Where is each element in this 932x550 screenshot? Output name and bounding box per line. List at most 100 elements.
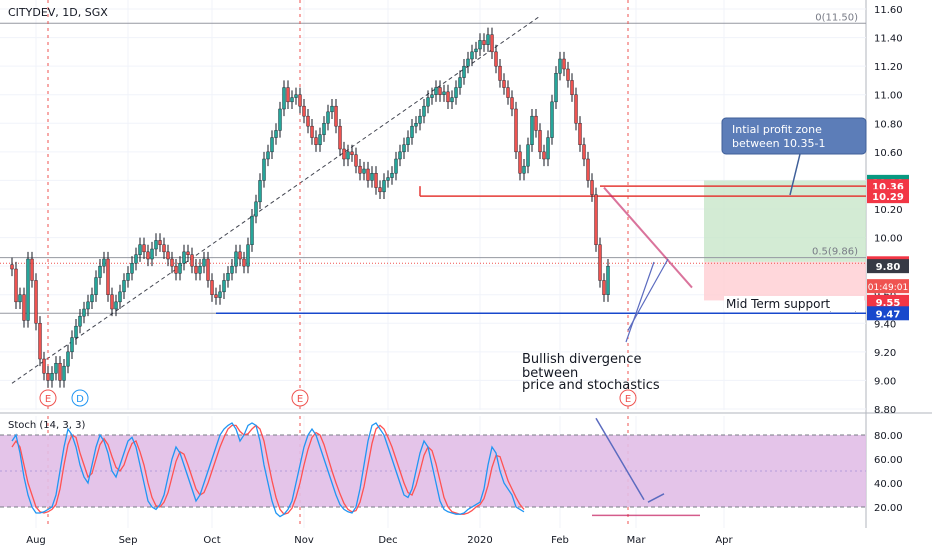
candle-up [270, 137, 274, 153]
candle-up [150, 248, 154, 260]
candle-down [30, 258, 34, 281]
candle-down [446, 91, 450, 103]
candle-up [530, 115, 534, 145]
candle-down [438, 87, 442, 95]
stoch-tick-label: 20.00 [874, 503, 903, 514]
time-tick-label: 2020 [467, 535, 492, 546]
candle-down [162, 244, 166, 253]
loss-zone [704, 261, 866, 301]
price-tick-label: 10.00 [874, 234, 903, 245]
candle-up [134, 254, 138, 264]
candle-up [282, 87, 286, 110]
price-tick-label: 9.20 [874, 348, 896, 359]
support-text: Mid Term support [726, 297, 830, 311]
price-tick-label: 8.80 [874, 405, 896, 416]
divergence-text: Bullish divergence [522, 352, 641, 367]
profit-zone-callout-text: Intial profit zone [732, 123, 822, 136]
candle-down [170, 258, 174, 267]
candle-down [562, 58, 566, 70]
candle-up [126, 273, 130, 281]
candle-up [262, 158, 266, 181]
candle-down [570, 80, 574, 95]
candle-up [558, 58, 562, 74]
price-tag-label: 9.47 [876, 309, 901, 320]
price-tick-label: 10.60 [874, 148, 903, 159]
candle-up [418, 115, 422, 124]
stochastic-label: Stoch (14, 3, 3) [8, 420, 85, 431]
candle-up [74, 325, 78, 338]
candle-up [198, 265, 202, 274]
candle-down [42, 358, 46, 374]
candle-down [366, 168, 370, 181]
chart-root[interactable]: 8.809.009.209.409.609.8010.0010.2010.401… [0, 0, 932, 550]
candle-down [542, 151, 546, 160]
candle-down [10, 264, 14, 270]
candle-up [426, 97, 430, 107]
event-badge-label: E [625, 394, 631, 405]
candle-up [346, 151, 350, 160]
candle-up [382, 180, 386, 193]
candle-up [522, 165, 526, 174]
candle-down [334, 105, 338, 127]
candle-up [434, 87, 438, 95]
candle-up [322, 123, 326, 135]
candle-up [442, 91, 446, 95]
candle-up [414, 123, 418, 127]
candle-down [194, 265, 198, 274]
candle-up [458, 77, 462, 88]
candle-up [218, 291, 222, 298]
time-tick-label: Sep [119, 535, 138, 546]
candle-up [130, 263, 134, 274]
candle-down [510, 97, 514, 110]
price-tick-label: 11.60 [874, 5, 903, 16]
candle-down [142, 244, 146, 253]
price-tick-label: 11.40 [874, 34, 903, 45]
candle-down [14, 268, 18, 303]
stoch-tick-label: 40.00 [874, 479, 903, 490]
candle-down [238, 251, 242, 260]
time-tick-label: Nov [294, 535, 314, 546]
candle-down [46, 373, 50, 381]
candle-down [350, 151, 354, 155]
candle-down [242, 258, 246, 267]
event-badge-label: E [45, 394, 51, 405]
candle-down [110, 294, 114, 310]
candle-up [230, 265, 234, 274]
candle-up [470, 51, 474, 60]
candle-up [114, 301, 118, 310]
candle-down [358, 165, 362, 174]
candle-up [222, 280, 226, 293]
candle-up [554, 73, 558, 103]
candle-up [154, 240, 158, 250]
candle-up [410, 125, 414, 138]
candle-up [526, 144, 530, 167]
candle-up [278, 108, 282, 131]
candle-down [378, 187, 382, 193]
candle-up [406, 137, 410, 145]
candle-up [86, 301, 90, 310]
candle-down [306, 115, 310, 127]
candle-up [138, 244, 142, 255]
price-tick-label: 10.20 [874, 205, 903, 216]
profit-zone-callout-text: between 10.35-1 [732, 137, 826, 150]
candle-up [546, 137, 550, 160]
candle-down [354, 154, 358, 167]
divergence-text: price and stochastics [522, 378, 660, 393]
candle-down [34, 280, 38, 324]
price-tag-label: 10.29 [872, 192, 904, 203]
candle-up [178, 263, 182, 274]
candle-up [266, 151, 270, 160]
candle-up [290, 97, 294, 103]
candle-down [206, 258, 210, 281]
candle-up [90, 294, 94, 303]
candle-down [342, 148, 346, 160]
price-tick-label: 11.00 [874, 91, 903, 102]
candle-down [538, 130, 542, 153]
candle-down [214, 294, 218, 298]
candle-down [286, 87, 290, 103]
candle-down [598, 244, 602, 281]
candle-up [234, 251, 238, 267]
candle-up [478, 40, 482, 50]
candle-up [94, 277, 98, 295]
price-tick-label: 11.20 [874, 62, 903, 73]
